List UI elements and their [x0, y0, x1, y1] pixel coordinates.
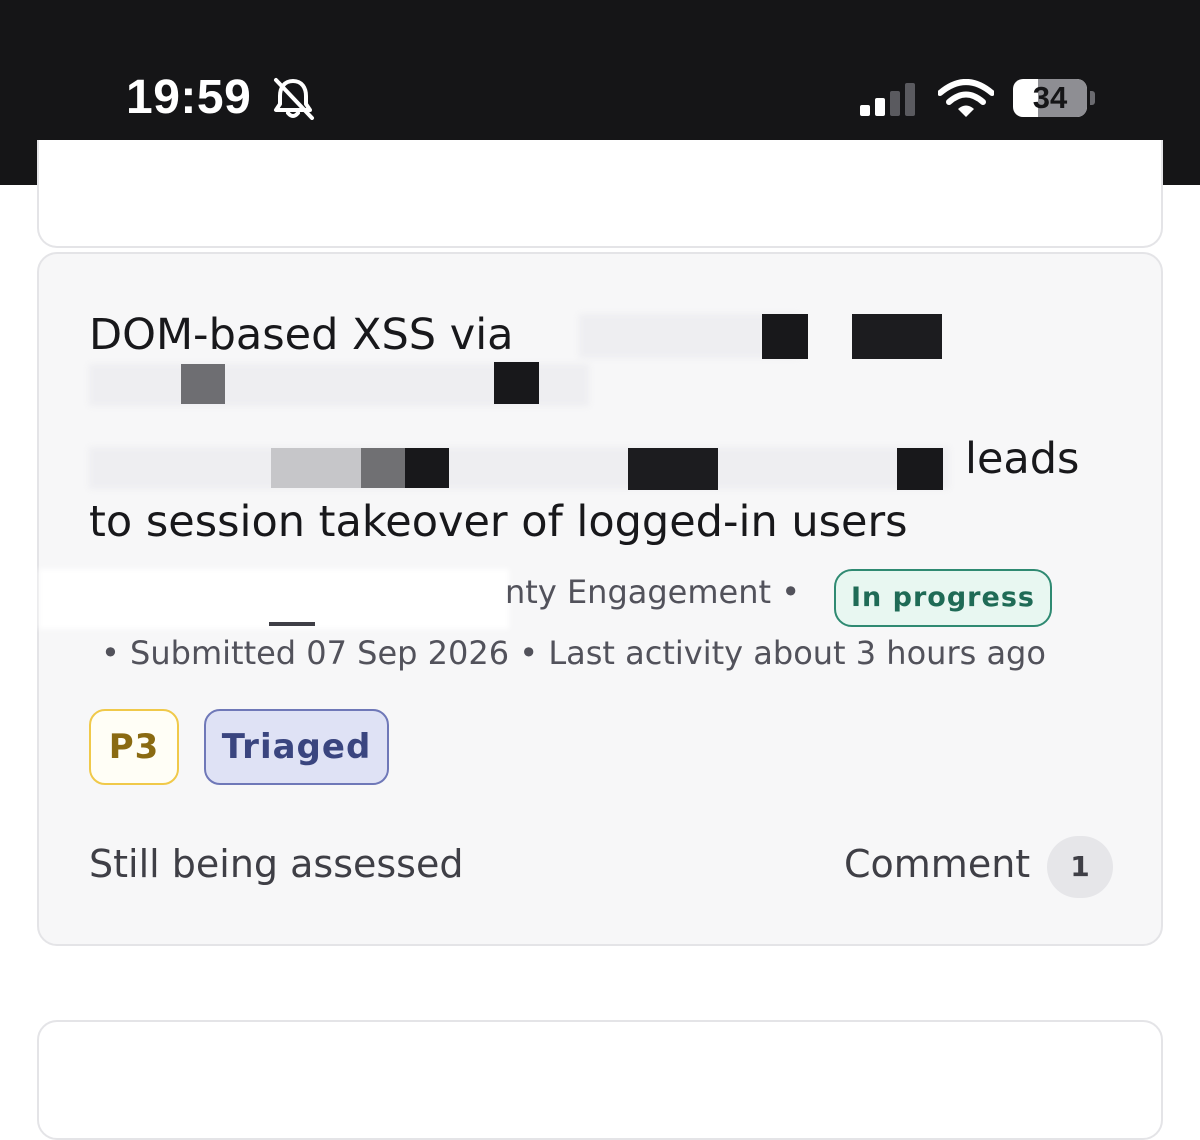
next-report-card[interactable] [37, 1020, 1163, 1140]
redaction-block [269, 622, 315, 626]
battery-level: 34 [1032, 80, 1068, 115]
assessment-status: Still being assessed [89, 842, 464, 886]
report-title-end[interactable]: to session takeover of logged-in users [89, 497, 908, 547]
redaction-block [494, 362, 539, 404]
report-title-start[interactable]: DOM-based XSS via [89, 310, 514, 360]
redaction-block [181, 364, 225, 404]
redaction-block [852, 314, 942, 359]
comment-count-badge[interactable]: 1 [1047, 836, 1113, 898]
status-time: 19:59 [126, 71, 252, 124]
priority-badge: P3 [89, 709, 179, 785]
battery-cap [1090, 91, 1095, 105]
redaction-block [271, 448, 361, 488]
status-badge: In progress [834, 569, 1052, 627]
redacted-program-name [39, 569, 509, 629]
redaction-block [897, 448, 943, 490]
redaction-block [628, 448, 718, 490]
comment-button[interactable]: Comment [844, 842, 1030, 886]
report-timestamps: • Submitted 07 Sep 2026 • Last activity … [101, 634, 1046, 672]
program-name: nty Engagement • [505, 573, 801, 611]
redacted-title-area [89, 447, 949, 489]
state-badge: Triaged [204, 709, 389, 785]
report-title-leads[interactable]: leads [965, 434, 1079, 484]
previous-report-card[interactable] [37, 140, 1163, 248]
redaction-block [762, 314, 808, 359]
bell-slash-icon [274, 78, 314, 120]
cellular-signal-icon [860, 83, 915, 116]
redaction-block [405, 448, 449, 488]
wifi-icon [938, 79, 994, 117]
battery-icon: 34 [1013, 79, 1087, 117]
redaction-block [361, 448, 405, 488]
report-card[interactable]: DOM-based XSS via leads to session takeo… [37, 252, 1163, 946]
